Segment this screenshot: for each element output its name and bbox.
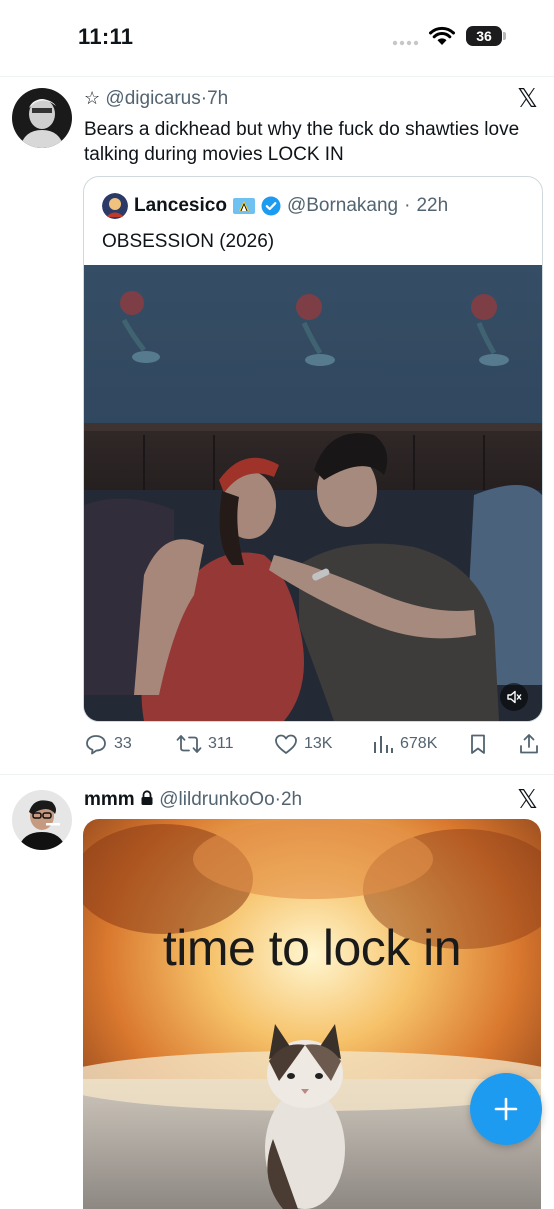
- views-count: 678K: [400, 735, 438, 752]
- bookmark-icon: [471, 734, 485, 754]
- repost-icon: [176, 735, 202, 753]
- status-bar: 11:11 36: [0, 0, 554, 76]
- quote-name[interactable]: Lancesico: [134, 195, 227, 217]
- tweet1-header: ☆ @digicarus·7h: [84, 88, 228, 110]
- meme-caption: time to lock in: [162, 920, 462, 976]
- repost-button[interactable]: 311: [176, 733, 234, 755]
- reply-button[interactable]: 33: [84, 733, 132, 755]
- tweet2-handle[interactable]: @lildrunkoOo: [159, 789, 274, 810]
- tweet1-actions: 33 311 13K 678K: [84, 733, 542, 759]
- tweet1-handle[interactable]: @digicarus: [105, 88, 200, 109]
- tweet2-image[interactable]: time to lock in: [83, 819, 541, 1209]
- tweet1-text: Bears a dickhead but why the fuck do sha…: [84, 119, 520, 165]
- tweet2-header: mmm @lildrunkoOo·2h: [84, 789, 302, 811]
- mute-icon[interactable]: [500, 683, 528, 711]
- battery-indicator: 36: [466, 26, 502, 46]
- avatar-digicarus[interactable]: [12, 88, 72, 148]
- wifi-icon: [429, 26, 455, 45]
- top-divider: [0, 76, 554, 77]
- like-count: 13K: [304, 735, 333, 752]
- plus-icon: [494, 1097, 518, 1121]
- compose-button[interactable]: [470, 1073, 542, 1145]
- tweet-divider: [0, 774, 554, 775]
- repost-count: 311: [208, 735, 234, 752]
- x-logo-icon: 𝕏: [517, 785, 538, 815]
- quote-video[interactable]: [84, 265, 542, 721]
- tweet2-name[interactable]: mmm: [84, 789, 135, 810]
- quote-text: OBSESSION (2026): [102, 231, 275, 252]
- quoted-tweet[interactable]: Lancesico @Bornakang · 22h OBSESSION (2026…: [83, 176, 543, 722]
- quote-header: Lancesico @Bornakang · 22h: [102, 193, 448, 219]
- heart-icon: [275, 734, 297, 754]
- star-icon: ☆: [84, 88, 101, 108]
- like-button[interactable]: 13K: [274, 733, 332, 755]
- share-icon: [520, 734, 538, 754]
- battery-nub: [503, 32, 506, 40]
- verified-badge-icon: [261, 196, 281, 216]
- flag-icon: [232, 198, 255, 214]
- reply-count: 33: [114, 735, 132, 752]
- status-time: 11:11: [78, 24, 134, 49]
- reply-icon: [86, 735, 106, 755]
- quote-handle[interactable]: @Bornakang: [287, 195, 398, 217]
- analytics-icon: [374, 736, 393, 753]
- dot-separator: ·: [404, 195, 411, 216]
- views-button[interactable]: 678K: [372, 733, 437, 755]
- lock-icon: [141, 790, 153, 805]
- bookmark-button[interactable]: [468, 733, 488, 755]
- tweet1-time: 7h: [207, 88, 229, 109]
- share-button[interactable]: [518, 733, 540, 755]
- quote-time: 22h: [416, 195, 449, 216]
- avatar-lildrunkoOo[interactable]: [12, 790, 72, 850]
- cellular-signal-icon: [392, 40, 419, 46]
- tweet2-time: 2h: [280, 789, 303, 810]
- avatar-lancesico[interactable]: [102, 193, 128, 219]
- x-logo-icon: 𝕏: [517, 84, 538, 114]
